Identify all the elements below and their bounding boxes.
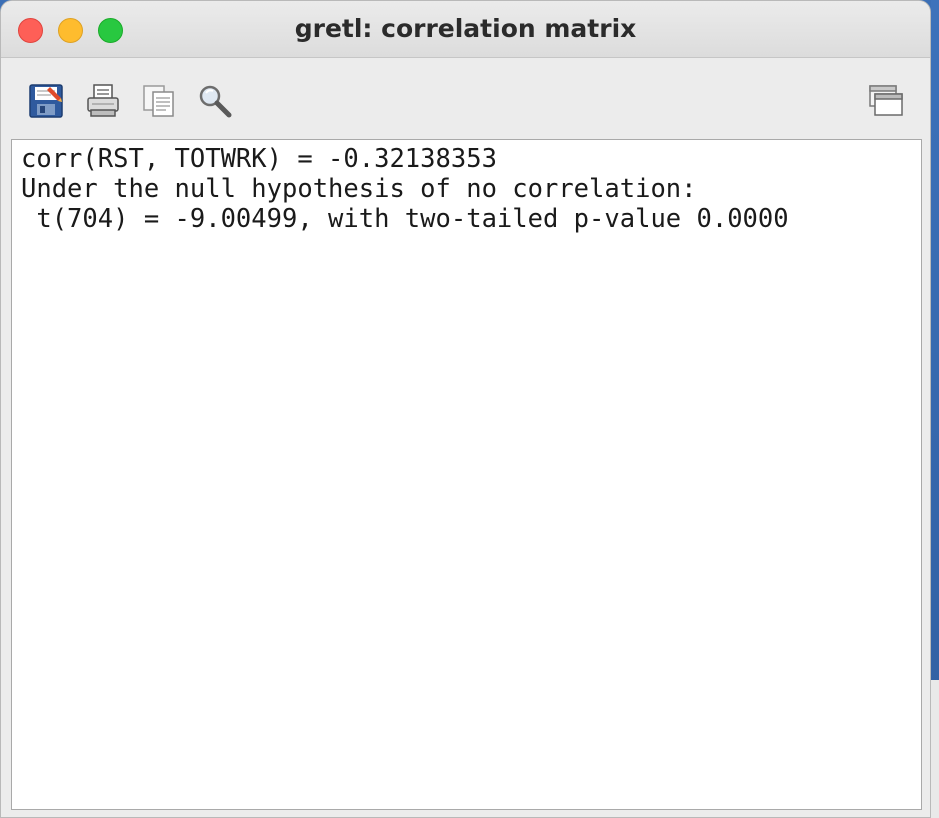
- output-line-t-statistic: t(704) = -9.00499, with two-tailed p-val…: [21, 204, 789, 234]
- copy-icon: [141, 83, 177, 119]
- print-button[interactable]: [85, 83, 121, 119]
- toolbar: [1, 58, 930, 138]
- title-bar[interactable]: gretl: correlation matrix: [1, 1, 930, 58]
- save-icon: [28, 83, 64, 119]
- background-window-edge: [931, 680, 939, 818]
- desktop-background: [931, 0, 939, 818]
- output-line-null-hypothesis: Under the null hypothesis of no correlat…: [21, 174, 697, 204]
- correlation-output: corr(RST, TOTWRK) = -0.32138353 Under the…: [12, 140, 921, 234]
- find-button[interactable]: [197, 83, 233, 119]
- window-title: gretl: correlation matrix: [294, 14, 637, 43]
- copy-button[interactable]: [141, 83, 177, 119]
- windows-icon: [868, 83, 904, 119]
- output-text-area[interactable]: corr(RST, TOTWRK) = -0.32138353 Under the…: [11, 139, 922, 810]
- window-bottom-edge: [1, 810, 930, 817]
- correlation-window: gretl: correlation matrix corr(RST, TOTW…: [0, 0, 931, 818]
- output-line-correlation: corr(RST, TOTWRK) = -0.32138353: [21, 144, 497, 174]
- print-icon: [85, 83, 121, 119]
- save-button[interactable]: [28, 83, 64, 119]
- windows-button[interactable]: [868, 83, 904, 119]
- find-icon: [197, 83, 233, 119]
